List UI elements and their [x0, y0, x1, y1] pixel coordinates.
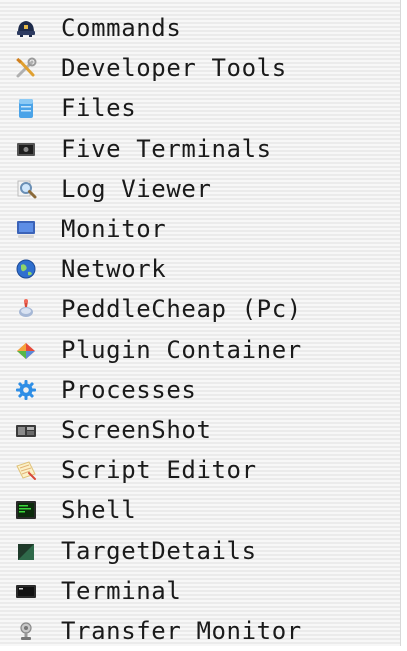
target-details-icon	[14, 539, 38, 563]
menu-item-files[interactable]: Files	[0, 88, 400, 128]
menu-item-shell[interactable]: Shell	[0, 490, 400, 530]
log-viewer-icon	[14, 177, 38, 201]
commands-icon	[14, 16, 38, 40]
menu-item-commands[interactable]: Commands	[0, 8, 400, 48]
menu-item-peddlecheap[interactable]: PeddleCheap (Pc)	[0, 289, 400, 329]
files-icon	[14, 96, 38, 120]
processes-icon	[14, 378, 38, 402]
menu-item-label: Developer Tools	[61, 54, 287, 83]
menu-item-label: Terminal	[61, 576, 182, 605]
peddlecheap-icon	[14, 297, 38, 321]
plugin-container-icon	[14, 338, 38, 362]
terminal-icon	[14, 579, 38, 603]
menu-item-target-details[interactable]: TargetDetails	[0, 530, 400, 570]
menu-item-screenshot[interactable]: ScreenShot	[0, 410, 400, 450]
menu-item-label: Processes	[61, 375, 197, 404]
menu-item-five-terminals[interactable]: Five Terminals	[0, 129, 400, 169]
menu-item-script-editor[interactable]: Script Editor	[0, 450, 400, 490]
screenshot-icon	[14, 418, 38, 442]
transfer-monitor-icon	[14, 619, 38, 643]
plugin-menu: Commands Developer Tools Files Five Term…	[0, 0, 401, 646]
menu-item-monitor[interactable]: Monitor	[0, 209, 400, 249]
developer-tools-icon	[14, 56, 38, 80]
menu-item-label: Shell	[61, 496, 137, 525]
menu-item-label: Network	[61, 255, 167, 284]
shell-icon	[14, 498, 38, 522]
menu-item-transfer-monitor[interactable]: Transfer Monitor	[0, 611, 400, 651]
menu-item-network[interactable]: Network	[0, 249, 400, 289]
menu-item-label: Log Viewer	[61, 174, 212, 203]
menu-item-label: TargetDetails	[61, 536, 257, 565]
menu-item-plugin-container[interactable]: Plugin Container	[0, 330, 400, 370]
menu-item-label: Plugin Container	[61, 335, 302, 364]
monitor-icon	[14, 217, 38, 241]
menu-item-developer-tools[interactable]: Developer Tools	[0, 48, 400, 88]
menu-item-label: Five Terminals	[61, 134, 272, 163]
menu-item-label: Files	[61, 94, 137, 123]
menu-item-label: ScreenShot	[61, 415, 212, 444]
menu-item-label: Commands	[61, 14, 182, 43]
menu-item-label: Transfer Monitor	[61, 616, 302, 645]
five-terminals-icon	[14, 137, 38, 161]
menu-item-label: PeddleCheap (Pc)	[61, 295, 302, 324]
menu-item-label: Script Editor	[61, 456, 257, 485]
menu-item-log-viewer[interactable]: Log Viewer	[0, 169, 400, 209]
menu-item-processes[interactable]: Processes	[0, 370, 400, 410]
menu-item-terminal[interactable]: Terminal	[0, 571, 400, 611]
script-editor-icon	[14, 458, 38, 482]
network-icon	[14, 257, 38, 281]
menu-item-label: Monitor	[61, 215, 167, 244]
